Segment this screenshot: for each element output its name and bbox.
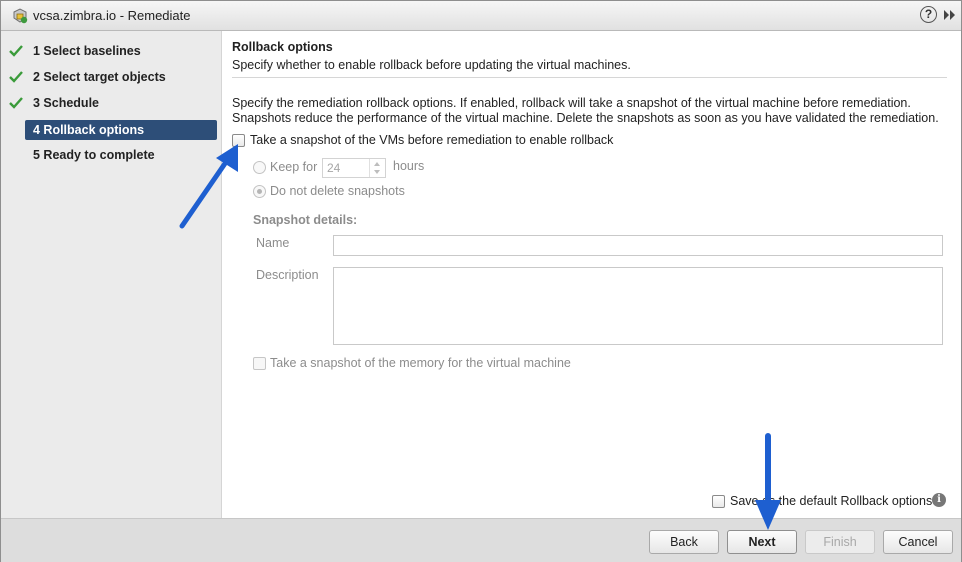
page-title: Rollback options — [232, 40, 333, 54]
snapshot-name-input[interactable] — [333, 235, 943, 256]
rollback-description: Specify the remediation rollback options… — [232, 96, 939, 125]
next-button[interactable]: Next — [727, 530, 797, 554]
help-icon[interactable]: ? — [920, 6, 937, 23]
remediate-dialog: vcsa.zimbra.io - Remediate ? 1 Select ba… — [0, 0, 962, 562]
step-complete-check-icon — [9, 45, 23, 57]
snapshot-memory-checkbox[interactable] — [253, 357, 266, 370]
do-not-delete-radio[interactable] — [253, 185, 266, 198]
finish-button[interactable]: Finish — [805, 530, 875, 554]
wizard-content: Rollback options Specify whether to enab… — [222, 31, 961, 518]
step-complete-check-icon — [9, 97, 23, 109]
wizard-step-select-baselines[interactable]: 1 Select baselines — [25, 41, 217, 61]
keep-for-value: 24 — [327, 161, 341, 175]
wizard-step-schedule[interactable]: 3 Schedule — [25, 93, 217, 113]
wizard-step-select-target-objects[interactable]: 2 Select target objects — [25, 67, 217, 87]
info-icon[interactable]: i — [932, 493, 946, 507]
divider — [232, 77, 947, 78]
collapse-panel-icon[interactable] — [942, 8, 958, 22]
window-title: vcsa.zimbra.io - Remediate — [33, 8, 191, 23]
annotation-arrow-icon — [179, 144, 238, 229]
keep-for-radio[interactable] — [253, 161, 266, 174]
snapshot-memory-label: Take a snapshot of the memory for the vi… — [270, 356, 571, 370]
snapshot-details-heading: Snapshot details: — [253, 213, 358, 227]
wizard-footer: Back Next Finish Cancel — [1, 518, 961, 562]
hours-label: hours — [393, 159, 425, 173]
save-default-checkbox[interactable] — [712, 495, 725, 508]
wizard-step-rollback-options[interactable]: 4 Rollback options — [25, 120, 217, 140]
title-bar: vcsa.zimbra.io - Remediate ? — [1, 1, 961, 31]
keep-for-hours-stepper[interactable]: 24 — [322, 158, 386, 178]
snapshot-name-label: Name — [256, 236, 290, 250]
stepper-down-icon[interactable] — [374, 170, 380, 174]
do-not-delete-label: Do not delete snapshots — [270, 184, 405, 198]
vcenter-remediate-icon — [13, 8, 28, 24]
page-subtitle: Specify whether to enable rollback befor… — [232, 58, 631, 72]
annotation-arrow-icon — [755, 433, 781, 530]
wizard-steps-nav: 1 Select baselines 2 Select target objec… — [1, 31, 222, 518]
stepper-up-icon[interactable] — [374, 162, 380, 166]
cancel-button[interactable]: Cancel — [883, 530, 953, 554]
step-complete-check-icon — [9, 71, 23, 83]
keep-for-label: Keep for — [270, 160, 318, 174]
snapshot-description-textarea[interactable] — [333, 267, 943, 345]
enable-rollback-label: Take a snapshot of the VMs before remedi… — [250, 133, 614, 147]
back-button[interactable]: Back — [649, 530, 719, 554]
snapshot-description-label: Description — [256, 268, 319, 282]
